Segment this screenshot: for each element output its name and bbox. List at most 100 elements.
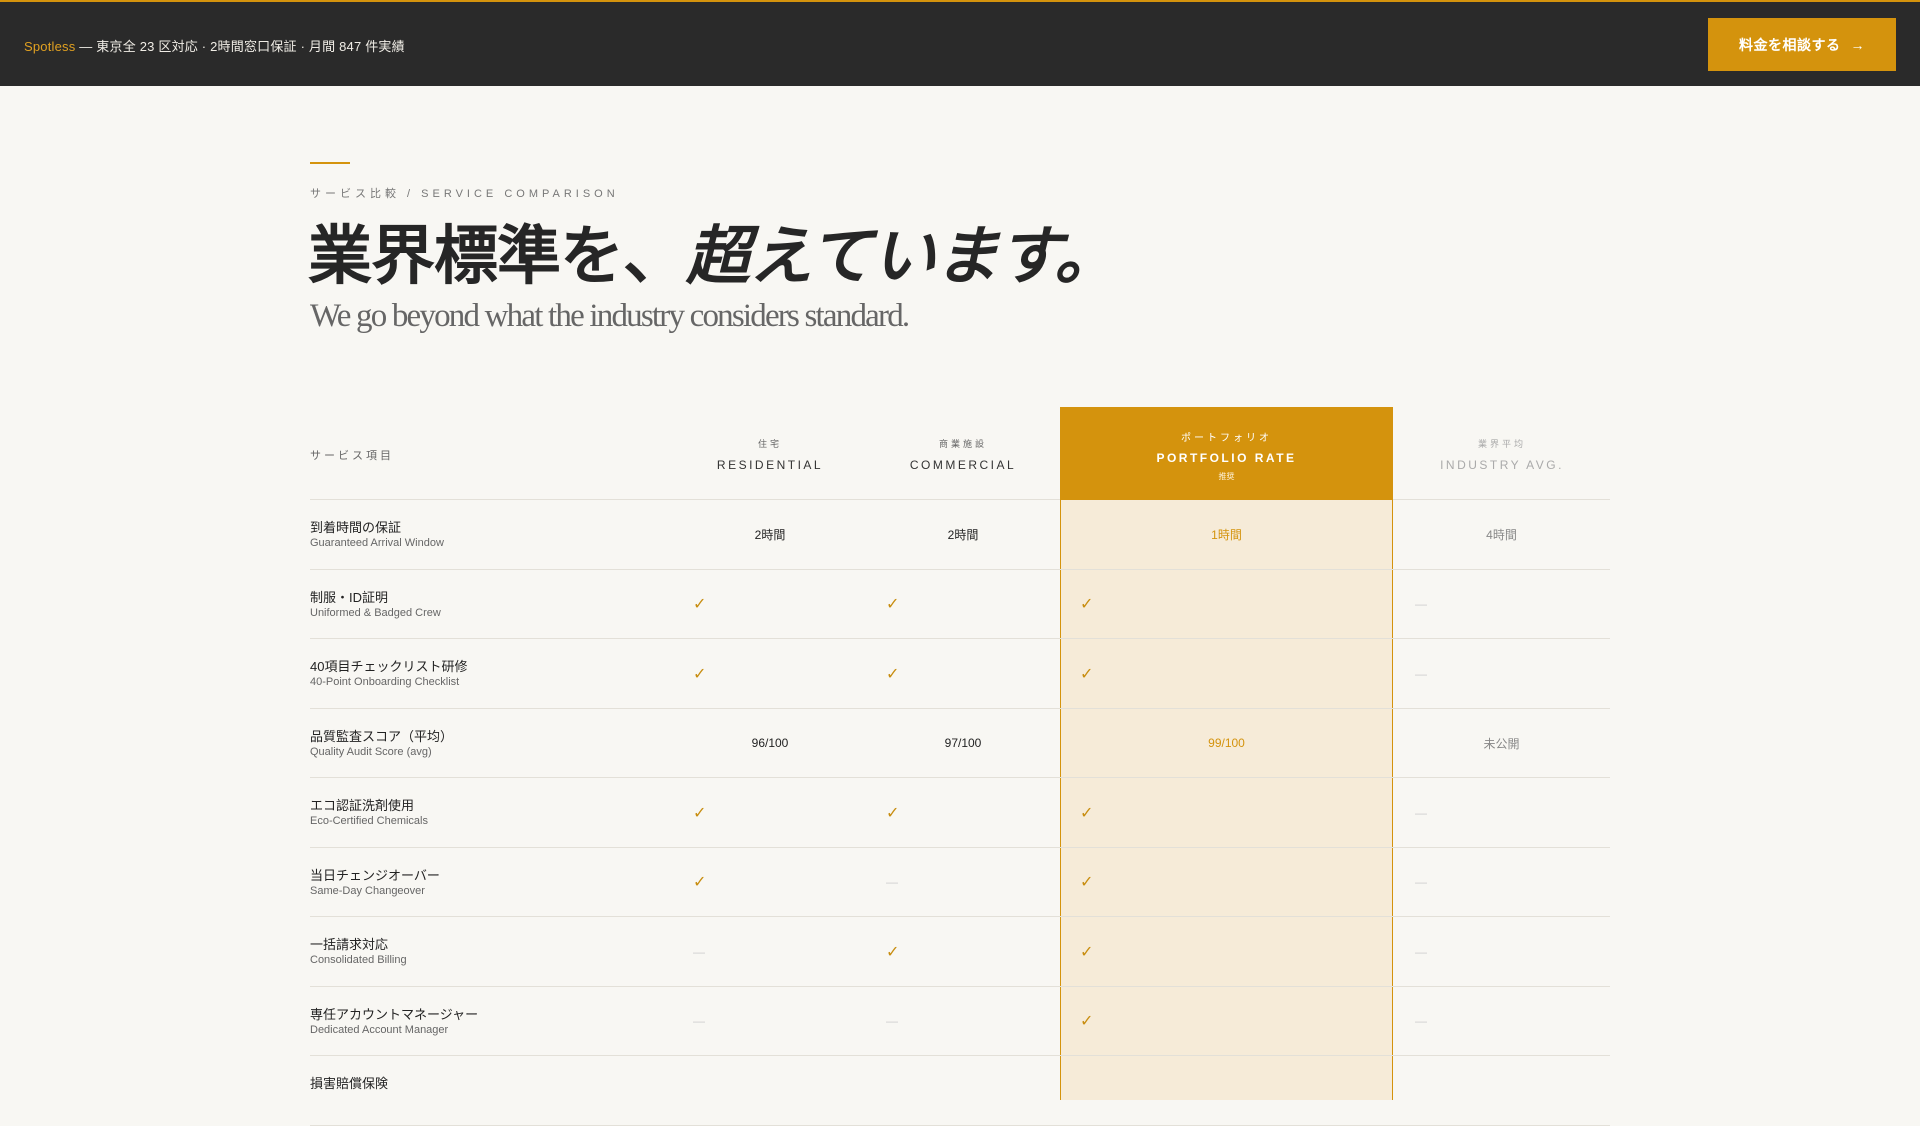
table-row: 一括請求対応 Consolidated Billing — ✓ ✓ — bbox=[310, 917, 1610, 987]
column-en: RESIDENTIAL bbox=[716, 458, 824, 472]
dash-icon: — bbox=[886, 1014, 898, 1029]
check-icon: ✓ bbox=[693, 804, 707, 822]
row-label-jp: 損害賠償保険 bbox=[310, 1076, 389, 1091]
cell-com: ✓ bbox=[886, 917, 899, 987]
cell-ind: 4時間 bbox=[1486, 528, 1517, 543]
dash-icon: — bbox=[886, 875, 898, 890]
row-label-jp: 40項目チェックリスト研修 bbox=[310, 659, 468, 674]
cell-res: 2時間 bbox=[754, 528, 786, 543]
dash-icon: — bbox=[1415, 666, 1427, 681]
cell-res: — bbox=[693, 917, 705, 987]
cell-res: ✓ bbox=[693, 639, 706, 709]
cell-res: ✓ bbox=[693, 570, 706, 640]
check-icon: ✓ bbox=[1080, 1013, 1094, 1031]
dash-icon: — bbox=[693, 944, 705, 959]
cta-label: 料金を相談する bbox=[1739, 36, 1841, 53]
page-headline: 業界標準を、超えています。 bbox=[308, 205, 1118, 297]
check-icon: ✓ bbox=[693, 665, 707, 683]
dash-icon: — bbox=[1415, 875, 1427, 890]
row-label-jp: 当日チェンジオーバー bbox=[310, 867, 440, 883]
cell-ind: — bbox=[1415, 570, 1427, 640]
top-announcement-bar: Spotless — 東京全 23 区対応 · 2時間窓口保証 · 月間 847… bbox=[0, 0, 1920, 86]
row-label-en: Same-Day Changeover bbox=[310, 884, 425, 897]
recommended-badge: 推奨 bbox=[1218, 472, 1235, 481]
column-header-residential: 住宅 RESIDENTIAL bbox=[680, 437, 860, 472]
row-label-en: Quality Audit Score (avg) bbox=[310, 745, 432, 758]
dash-icon: — bbox=[693, 1014, 705, 1029]
page-subhead: We go beyond what the industry considers… bbox=[310, 298, 910, 334]
column-en: INDUSTRY AVG. bbox=[1440, 458, 1564, 472]
table-row: 制服・ID証明 Uniformed & Badged Crew ✓ ✓ ✓ — bbox=[310, 570, 1610, 640]
cell-ind: — bbox=[1415, 778, 1427, 848]
cell-por: ✓ bbox=[1080, 848, 1093, 918]
check-icon: ✓ bbox=[886, 804, 900, 822]
cell-por: 99/100 bbox=[1208, 736, 1245, 751]
cell-ind: — bbox=[1415, 917, 1427, 987]
table-row: 当日チェンジオーバー Same-Day Changeover ✓ — ✓ — bbox=[310, 848, 1610, 918]
cell-res: — bbox=[693, 987, 705, 1057]
cell-ind: — bbox=[1415, 848, 1427, 918]
check-icon: ✓ bbox=[1080, 943, 1094, 961]
column-jp: 商業施設 bbox=[938, 439, 987, 449]
row-label-en: Eco-Certified Chemicals bbox=[310, 815, 428, 827]
row-label-jp: 品質監査スコア（平均） bbox=[310, 728, 454, 744]
cell-res: 96/100 bbox=[751, 736, 789, 751]
headline-italic: 超えています。 bbox=[686, 220, 1118, 292]
check-icon: ✓ bbox=[693, 874, 707, 892]
announcement-message: — 東京全 23 区対応 · 2時間窓口保証 · 月間 847 件実績 bbox=[75, 39, 405, 54]
headline-main: 業界標準を、 bbox=[308, 220, 687, 292]
cell-ind: — bbox=[1415, 639, 1427, 709]
check-icon: ✓ bbox=[1080, 665, 1094, 683]
section-eyebrow: サービス比較 / SERVICE COMPARISON bbox=[310, 188, 619, 200]
cell-por: ✓ bbox=[1080, 987, 1093, 1057]
cell-por: ✓ bbox=[1080, 570, 1093, 640]
cell-res: ✓ bbox=[693, 848, 706, 918]
announcement-text: Spotless — 東京全 23 区対応 · 2時間窓口保証 · 月間 847… bbox=[24, 36, 405, 55]
cell-com: ✓ bbox=[886, 639, 899, 709]
column-header-portfolio: ポートフォリオ PORTFOLIO RATE 推奨 bbox=[1060, 407, 1393, 500]
table-row: エコ認証洗剤使用 Eco-Certified Chemicals ✓ ✓ ✓ — bbox=[310, 778, 1610, 848]
table-row: 損害賠償保険 bbox=[310, 1056, 1610, 1126]
column-header-commercial: 商業施設 COMMERCIAL bbox=[873, 437, 1053, 472]
check-icon: ✓ bbox=[886, 665, 900, 683]
arrow-right-icon: → bbox=[1850, 36, 1865, 53]
dash-icon: — bbox=[1415, 597, 1427, 612]
cell-por: 1時間 bbox=[1211, 528, 1242, 543]
cell-res: ✓ bbox=[693, 778, 706, 848]
row-label-jp: 一括請求対応 bbox=[310, 937, 389, 952]
dash-icon: — bbox=[1415, 944, 1427, 959]
table-header: サービス項目 住宅 RESIDENTIAL 商業施設 COMMERCIAL ポー… bbox=[310, 407, 1610, 500]
column-en: PORTFOLIO RATE bbox=[1156, 451, 1297, 465]
comparison-table: サービス項目 住宅 RESIDENTIAL 商業施設 COMMERCIAL ポー… bbox=[310, 407, 1610, 1126]
cell-ind: 未公開 bbox=[1483, 736, 1520, 751]
cell-por: ✓ bbox=[1080, 917, 1093, 987]
dash-icon: — bbox=[1415, 805, 1427, 820]
table-row: 40項目チェックリスト研修 40-Point Onboarding Checkli… bbox=[310, 639, 1610, 709]
row-label-en: 40-Point Onboarding Checklist bbox=[310, 676, 460, 688]
cell-com: 97/100 bbox=[944, 736, 982, 751]
table-row: 品質監査スコア（平均） Quality Audit Score (avg) 96/1… bbox=[310, 709, 1610, 778]
brand-name: Spotless bbox=[24, 39, 76, 54]
table-row: 専任アカウントマネージャー Dedicated Account Manager — —… bbox=[310, 987, 1610, 1057]
consult-pricing-button[interactable]: 料金を相談する → bbox=[1708, 18, 1896, 71]
row-label-jp: 制服・ID証明 bbox=[310, 589, 389, 605]
column-jp: 業界平均 bbox=[1477, 439, 1526, 449]
cell-com: ✓ bbox=[886, 570, 899, 640]
cell-com: — bbox=[886, 848, 898, 918]
dash-icon: — bbox=[1415, 1014, 1427, 1029]
accent-divider bbox=[310, 162, 350, 164]
column-jp: ポートフォリオ bbox=[1181, 433, 1272, 444]
header-label: サービス項目 bbox=[310, 450, 394, 462]
row-label-jp: エコ認証洗剤使用 bbox=[310, 798, 415, 813]
row-label-en: Consolidated Billing bbox=[310, 954, 407, 966]
cell-com: — bbox=[886, 987, 898, 1057]
column-jp: 住宅 bbox=[757, 439, 782, 449]
table-row: 到着時間の保証 Guaranteed Arrival Window 2時間 2時間 1時… bbox=[310, 500, 1610, 570]
check-icon: ✓ bbox=[1080, 596, 1094, 614]
check-icon: ✓ bbox=[886, 943, 900, 961]
cell-por: ✓ bbox=[1080, 639, 1093, 709]
check-icon: ✓ bbox=[886, 596, 900, 614]
row-label-jp: 専任アカウントマネージャー bbox=[310, 1006, 479, 1022]
check-icon: ✓ bbox=[693, 596, 707, 614]
column-header-industry: 業界平均 INDUSTRY AVG. bbox=[1412, 437, 1592, 472]
